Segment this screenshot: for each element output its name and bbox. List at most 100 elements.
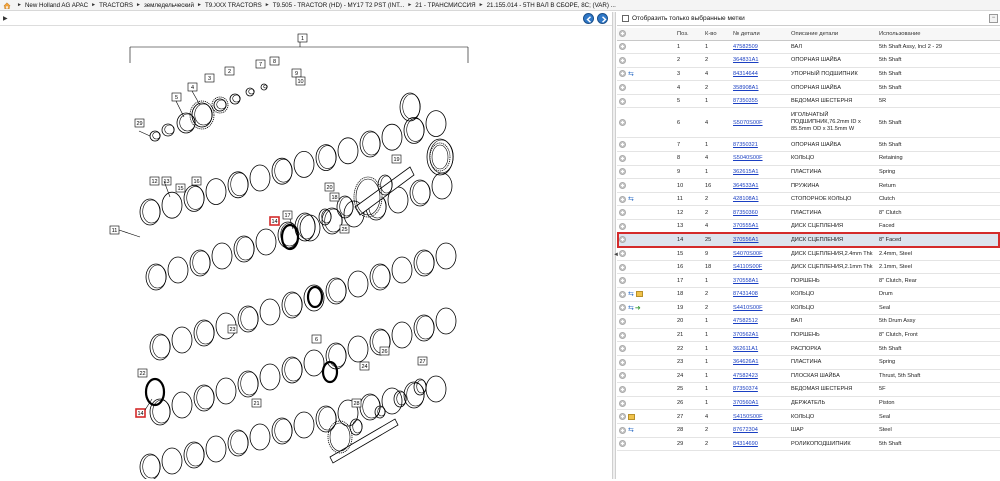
add-to-cart-icon[interactable] <box>619 182 626 190</box>
column-header-usage[interactable]: Использование <box>877 28 1000 41</box>
add-to-cart-icon[interactable] <box>619 317 626 325</box>
table-row[interactable]: 14 25 370556A1 ДИСК СЦЕПЛЕНИЯ 8" Faced <box>617 233 1000 248</box>
table-row[interactable]: 23 1 364626A1 ПЛАСТИНА Spring <box>617 355 1000 370</box>
add-to-cart-icon[interactable] <box>619 141 626 149</box>
table-row[interactable]: 7 1 87350321 ОПОРНАЯ ШАЙБА 5th Shaft <box>617 137 1000 153</box>
row-part-number[interactable]: 428108A1 <box>733 196 759 202</box>
add-to-cart-icon[interactable] <box>619 236 626 244</box>
next-diagram-button[interactable] <box>597 13 608 24</box>
row-part-number[interactable]: 362615A1 <box>733 169 759 175</box>
row-part-number[interactable]: 370555A1 <box>733 223 759 229</box>
add-to-cart-icon[interactable] <box>619 97 626 105</box>
kit-box-icon[interactable] <box>635 291 643 298</box>
row-part-number[interactable]: S4150S00F <box>733 414 763 420</box>
breadcrumb-item[interactable]: New Holland AG APAC <box>25 2 88 9</box>
add-to-cart-icon[interactable] <box>619 209 626 217</box>
row-part-number[interactable]: 364533A1 <box>733 183 759 189</box>
panel-splitter[interactable]: ◄ <box>612 12 619 479</box>
table-row[interactable]: 12 2 87350360 ПЛАСТИНА 8" Clutch <box>617 205 1000 221</box>
add-to-cart-icon[interactable] <box>619 154 626 162</box>
breadcrumb-item[interactable]: земледельческий <box>144 2 194 9</box>
add-to-cart-icon[interactable] <box>619 426 626 434</box>
breadcrumb-item[interactable]: 21.155.014 - 5TH ВАЛ В СБОРЕ, 8C; (VAR) … <box>487 2 616 9</box>
add-to-cart-icon[interactable] <box>619 399 626 407</box>
column-header-part-number[interactable]: № детали <box>731 28 789 41</box>
row-part-number[interactable]: 47582512 <box>733 318 758 324</box>
table-row[interactable]: 5 1 87350355 ВЕДОМАЯ ШЕСТЕРНЯ 5R <box>617 94 1000 109</box>
replacement-icon[interactable]: ⇆ <box>628 426 634 434</box>
table-row[interactable]: 4 2 358908A1 ОПОРНАЯ ШАЙБА 5th Shaft <box>617 80 1000 95</box>
row-part-number[interactable]: 364626A1 <box>733 359 759 365</box>
row-part-number[interactable]: 87350360 <box>733 210 758 216</box>
add-to-cart-icon[interactable] <box>619 304 626 312</box>
collapse-panel-button[interactable]: − <box>989 14 998 23</box>
table-row[interactable]: 22 1 362611A1 РАСПОРКА 5th Shaft <box>617 341 1000 356</box>
add-to-cart-icon[interactable] <box>619 222 626 230</box>
table-row[interactable]: 13 4 370555A1 ДИСК СЦЕПЛЕНИЯ Faced <box>617 219 1000 234</box>
prev-diagram-button[interactable] <box>583 13 594 24</box>
replacement-icon[interactable]: ⇆ <box>628 304 634 312</box>
table-row[interactable]: 27 4 S4150S00F КОЛЬЦО Seal <box>617 409 1000 424</box>
row-part-number[interactable]: 362611A1 <box>733 346 758 352</box>
row-part-number[interactable]: S4070S00F <box>733 251 763 257</box>
add-to-cart-icon[interactable] <box>619 263 626 271</box>
add-to-cart-icon[interactable] <box>619 168 626 176</box>
row-part-number[interactable]: 364831A1 <box>733 57 759 63</box>
alternate-part-icon[interactable]: ➜ <box>635 304 641 312</box>
add-to-cart-icon[interactable] <box>619 277 626 285</box>
show-selected-checkbox[interactable] <box>622 15 629 22</box>
row-part-number[interactable]: 87350355 <box>733 98 758 104</box>
row-part-number[interactable]: 87672304 <box>733 427 758 433</box>
exploded-parts-diagram[interactable]: 1 29 5 4 3 2 7 8 9 10 20 18 25 11 12 13 15 16 17 14 14 22 23 24… <box>0 27 612 481</box>
expand-all-icon[interactable] <box>619 30 626 38</box>
table-row[interactable]: 2 2 364831A1 ОПОРНАЯ ШАЙБА 5th Shaft <box>617 53 1000 68</box>
row-part-number[interactable]: S4410S00F <box>733 305 763 311</box>
row-part-number[interactable]: S5040S00F <box>733 155 763 161</box>
row-part-number[interactable]: 87350321 <box>733 142 758 148</box>
table-row[interactable]: 17 1 370558A1 ПОРШЕНЬ 8" Clutch, Rear <box>617 273 1000 288</box>
row-part-number[interactable]: 370558A1 <box>733 278 759 284</box>
kit-box-icon[interactable] <box>628 413 635 420</box>
table-row[interactable]: ⇆ 11 2 428108A1 СТОПОРНОЕ КОЛЬЦО Clutch <box>617 192 1000 207</box>
home-icon[interactable] <box>3 1 11 9</box>
row-part-number[interactable]: S4110S00F <box>733 264 762 270</box>
replacement-icon[interactable]: ⇆ <box>628 70 634 78</box>
collapse-icon[interactable]: ▶ <box>3 15 8 22</box>
table-row[interactable]: ⇆ 18 2 87431408 КОЛЬЦО Drum <box>617 287 1000 302</box>
table-row[interactable]: 6 4 S5070S00F ИГОЛЬЧАТЫЙ ПОДШИПНИК,76.2mm I… <box>617 107 1000 139</box>
table-row[interactable]: 25 1 87350374 ВЕДОМАЯ ШЕСТЕРНЯ 5F <box>617 382 1000 397</box>
table-row[interactable]: 20 1 47582512 ВАЛ 5th Drum Assy <box>617 314 1000 329</box>
table-row[interactable]: 21 1 370562A1 ПОРШЕНЬ 8" Clutch, Front <box>617 328 1000 343</box>
add-to-cart-icon[interactable] <box>619 56 626 64</box>
table-row[interactable]: 10 16 364533A1 ПРУЖИНА Return <box>617 178 1000 193</box>
replacement-icon[interactable]: ⇆ <box>628 195 634 203</box>
row-part-number[interactable]: 358908A1 <box>733 85 759 91</box>
table-row[interactable]: 24 1 47582423 ПЛОСКАЯ ШАЙБА Thrust, 5th Shaf… <box>617 369 1000 384</box>
table-row[interactable]: ⇆ 28 2 87672304 ШАР Steel <box>617 423 1000 438</box>
add-to-cart-icon[interactable] <box>619 70 626 78</box>
row-part-number[interactable]: 47582509 <box>733 44 758 50</box>
row-part-number[interactable]: 370560A1 <box>733 400 759 406</box>
row-part-number[interactable]: 47582423 <box>733 373 758 379</box>
add-to-cart-icon[interactable] <box>619 385 626 393</box>
table-row[interactable]: 29 2 84314690 РОЛИКОПОДШИПНИК 5th Shaft <box>617 437 1000 452</box>
add-to-cart-icon[interactable] <box>619 290 626 298</box>
column-header-pos[interactable]: Поз. <box>675 28 703 41</box>
row-part-number[interactable]: 84314690 <box>733 441 758 447</box>
table-row[interactable]: ⇆➜ 19 2 S4410S00F КОЛЬЦО Seal <box>617 301 1000 316</box>
row-part-number[interactable]: 87431408 <box>733 291 758 297</box>
table-row[interactable]: 16 18 S4110S00F ДИСК СЦЕПЛЕНИЯ,2.1mm Thk 2.1… <box>617 260 1000 275</box>
row-part-number[interactable]: 84314644 <box>733 71 758 77</box>
table-row[interactable]: 26 1 370560A1 ДЕРЖАТЕЛЬ Piston <box>617 396 1000 411</box>
breadcrumb-item[interactable]: T9.505 - TRACTOR (HD) - MY17 T2 PST (INT… <box>273 2 405 9</box>
add-to-cart-icon[interactable] <box>619 345 626 353</box>
table-row[interactable]: 8 4 S5040S00F КОЛЬЦО Retaining <box>617 151 1000 166</box>
add-to-cart-icon[interactable] <box>619 372 626 380</box>
column-header-description[interactable]: Описание детали <box>789 28 877 41</box>
add-to-cart-icon[interactable] <box>619 195 626 203</box>
table-row[interactable]: ⇆ 3 4 84314644 УПОРНЫЙ ПОДШИПНИК 5th Shaft <box>617 67 1000 82</box>
add-to-cart-icon[interactable] <box>619 440 626 448</box>
table-row[interactable]: 1 1 47582509 ВАЛ 5th Shaft Assy, Incl 2 - 29 <box>617 40 1000 55</box>
add-to-cart-icon[interactable] <box>619 119 626 127</box>
column-header-qty[interactable]: К-во <box>703 28 731 41</box>
